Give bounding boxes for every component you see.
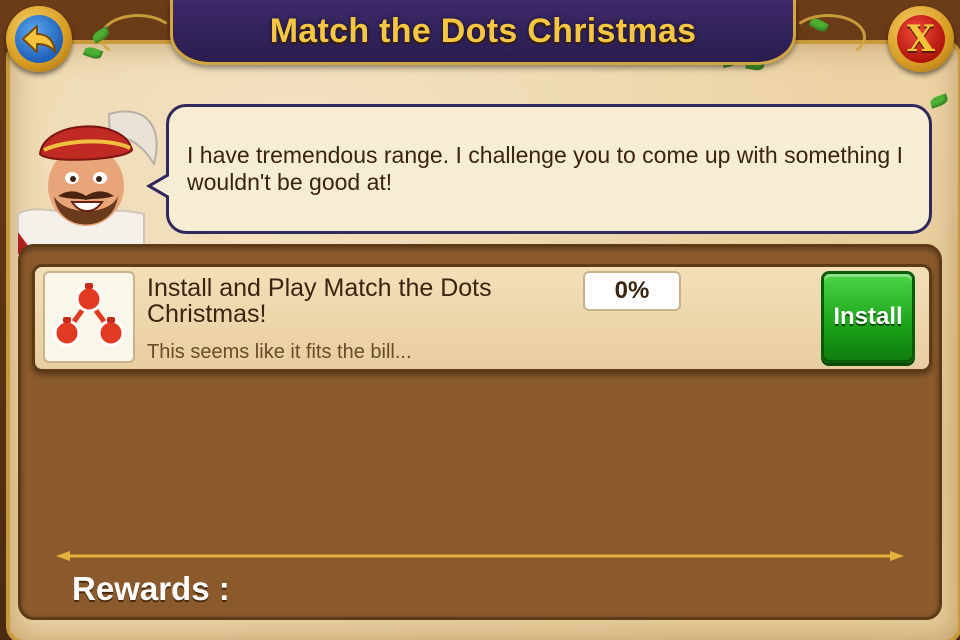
close-button[interactable]: X	[888, 6, 954, 72]
speech-bubble: I have tremendous range. I challenge you…	[166, 104, 932, 234]
dots-ornament-icon	[43, 271, 135, 363]
close-icon: X	[897, 15, 945, 63]
progress-percentage: 0%	[583, 271, 681, 311]
back-arrow-icon	[15, 15, 63, 63]
speech-bubble-tail-fill	[152, 175, 171, 197]
offer-subtitle: This seems like it fits the bill...	[147, 341, 412, 363]
offer-card: Install and Play Match the Dots Christma…	[32, 264, 932, 372]
install-button[interactable]: Install	[821, 271, 915, 363]
speech-text: I have tremendous range. I challenge you…	[187, 142, 903, 195]
back-button[interactable]	[6, 6, 72, 72]
page-title: Match the Dots Christmas	[269, 11, 697, 50]
offer-title: Install and Play Match the Dots Christma…	[147, 274, 492, 328]
title-banner: Match the Dots Christmas	[170, 0, 796, 65]
jester-character-icon	[14, 104, 164, 255]
game-screen: Match the Dots Christmas X I have tremen…	[0, 0, 960, 640]
ornament-swirl-left	[100, 14, 176, 60]
close-label: X	[907, 18, 935, 60]
ornament-swirl-right	[790, 14, 866, 60]
divider-line	[56, 551, 904, 561]
rewards-label: Rewards :	[72, 570, 230, 607]
